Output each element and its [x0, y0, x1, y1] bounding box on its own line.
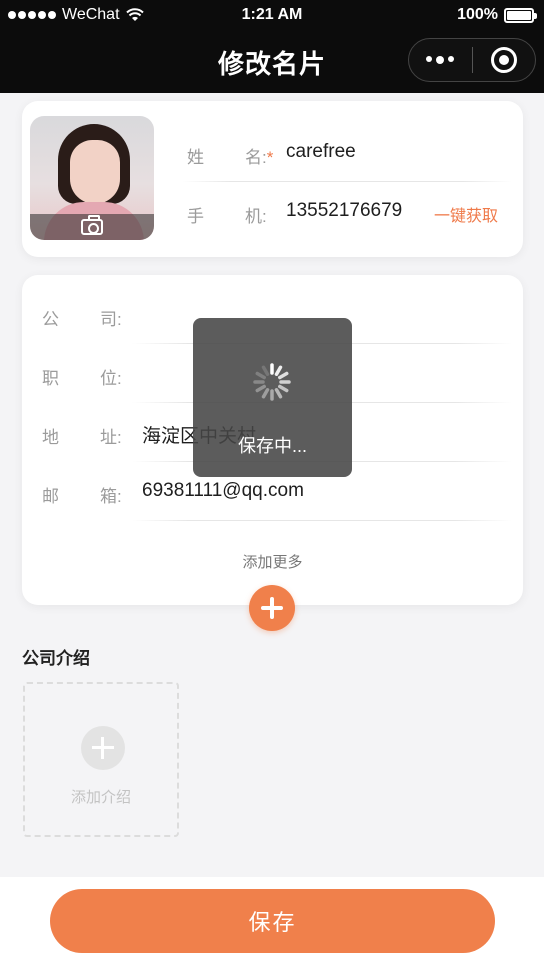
avatar-face	[70, 140, 120, 204]
profile-card: 姓 名:* carefree 手 机: 13552176679 一键获取	[22, 101, 523, 257]
name-label-part1: 姓	[187, 148, 204, 167]
name-input[interactable]: carefree	[286, 141, 356, 163]
change-photo-strip[interactable]	[30, 214, 154, 240]
email-label: 邮 箱:	[42, 482, 122, 507]
phone-label-part2: 机:	[245, 207, 267, 226]
address-label: 地 址:	[42, 423, 122, 448]
company-intro-title: 公司介绍	[22, 649, 90, 668]
more-menu-button[interactable]	[409, 39, 472, 81]
email-label-part1: 邮	[42, 487, 59, 506]
address-label-part1: 地	[42, 428, 59, 447]
add-intro-box[interactable]: 添加介绍	[23, 682, 179, 837]
name-label-text: 名:	[245, 148, 267, 167]
email-label-part2: 箱:	[100, 487, 122, 506]
email-divider	[132, 520, 512, 521]
close-mini-program-button[interactable]	[473, 39, 536, 81]
address-label-part2: 址:	[100, 428, 122, 447]
company-label-part2: 司:	[100, 310, 122, 329]
position-label-part2: 位:	[100, 369, 122, 388]
company-label-part1: 公	[42, 310, 59, 329]
status-bar: WeChat 1:21 AM 100%	[0, 0, 544, 30]
company-label: 公 司:	[42, 305, 122, 330]
add-intro-label: 添加介绍	[70, 789, 131, 806]
battery-group: 100%	[457, 6, 537, 24]
position-label-part1: 职	[42, 369, 59, 388]
email-input[interactable]: 69381111@qq.com	[142, 480, 304, 502]
phone-label-part1: 手	[187, 207, 204, 226]
camera-icon	[81, 215, 103, 235]
avatar[interactable]	[30, 116, 154, 240]
name-label-part2: 名:*	[245, 143, 273, 168]
add-more-button[interactable]	[249, 585, 295, 631]
saving-toast: 保存中...	[193, 318, 352, 477]
more-dots-icon	[426, 56, 455, 64]
target-icon	[490, 47, 517, 73]
top-bar: WeChat 1:21 AM 100% 修改名片	[0, 0, 544, 93]
phone-label: 手 机:	[187, 202, 267, 227]
loading-spinner-icon	[253, 363, 291, 401]
name-label: 姓 名:*	[187, 143, 273, 168]
position-label: 职 位:	[42, 364, 122, 389]
name-divider	[182, 181, 512, 182]
plus-icon	[81, 726, 125, 770]
toast-text: 保存中...	[237, 436, 307, 456]
save-button[interactable]: 保存	[50, 889, 495, 953]
battery-icon	[504, 7, 537, 23]
get-phone-link[interactable]: 一键获取	[434, 202, 498, 226]
phone-input[interactable]: 13552176679	[286, 200, 402, 222]
add-more-label[interactable]: 添加更多	[22, 551, 523, 572]
mini-program-capsule	[408, 38, 536, 82]
battery-percent: 100%	[457, 6, 498, 23]
required-mark: *	[266, 148, 274, 167]
